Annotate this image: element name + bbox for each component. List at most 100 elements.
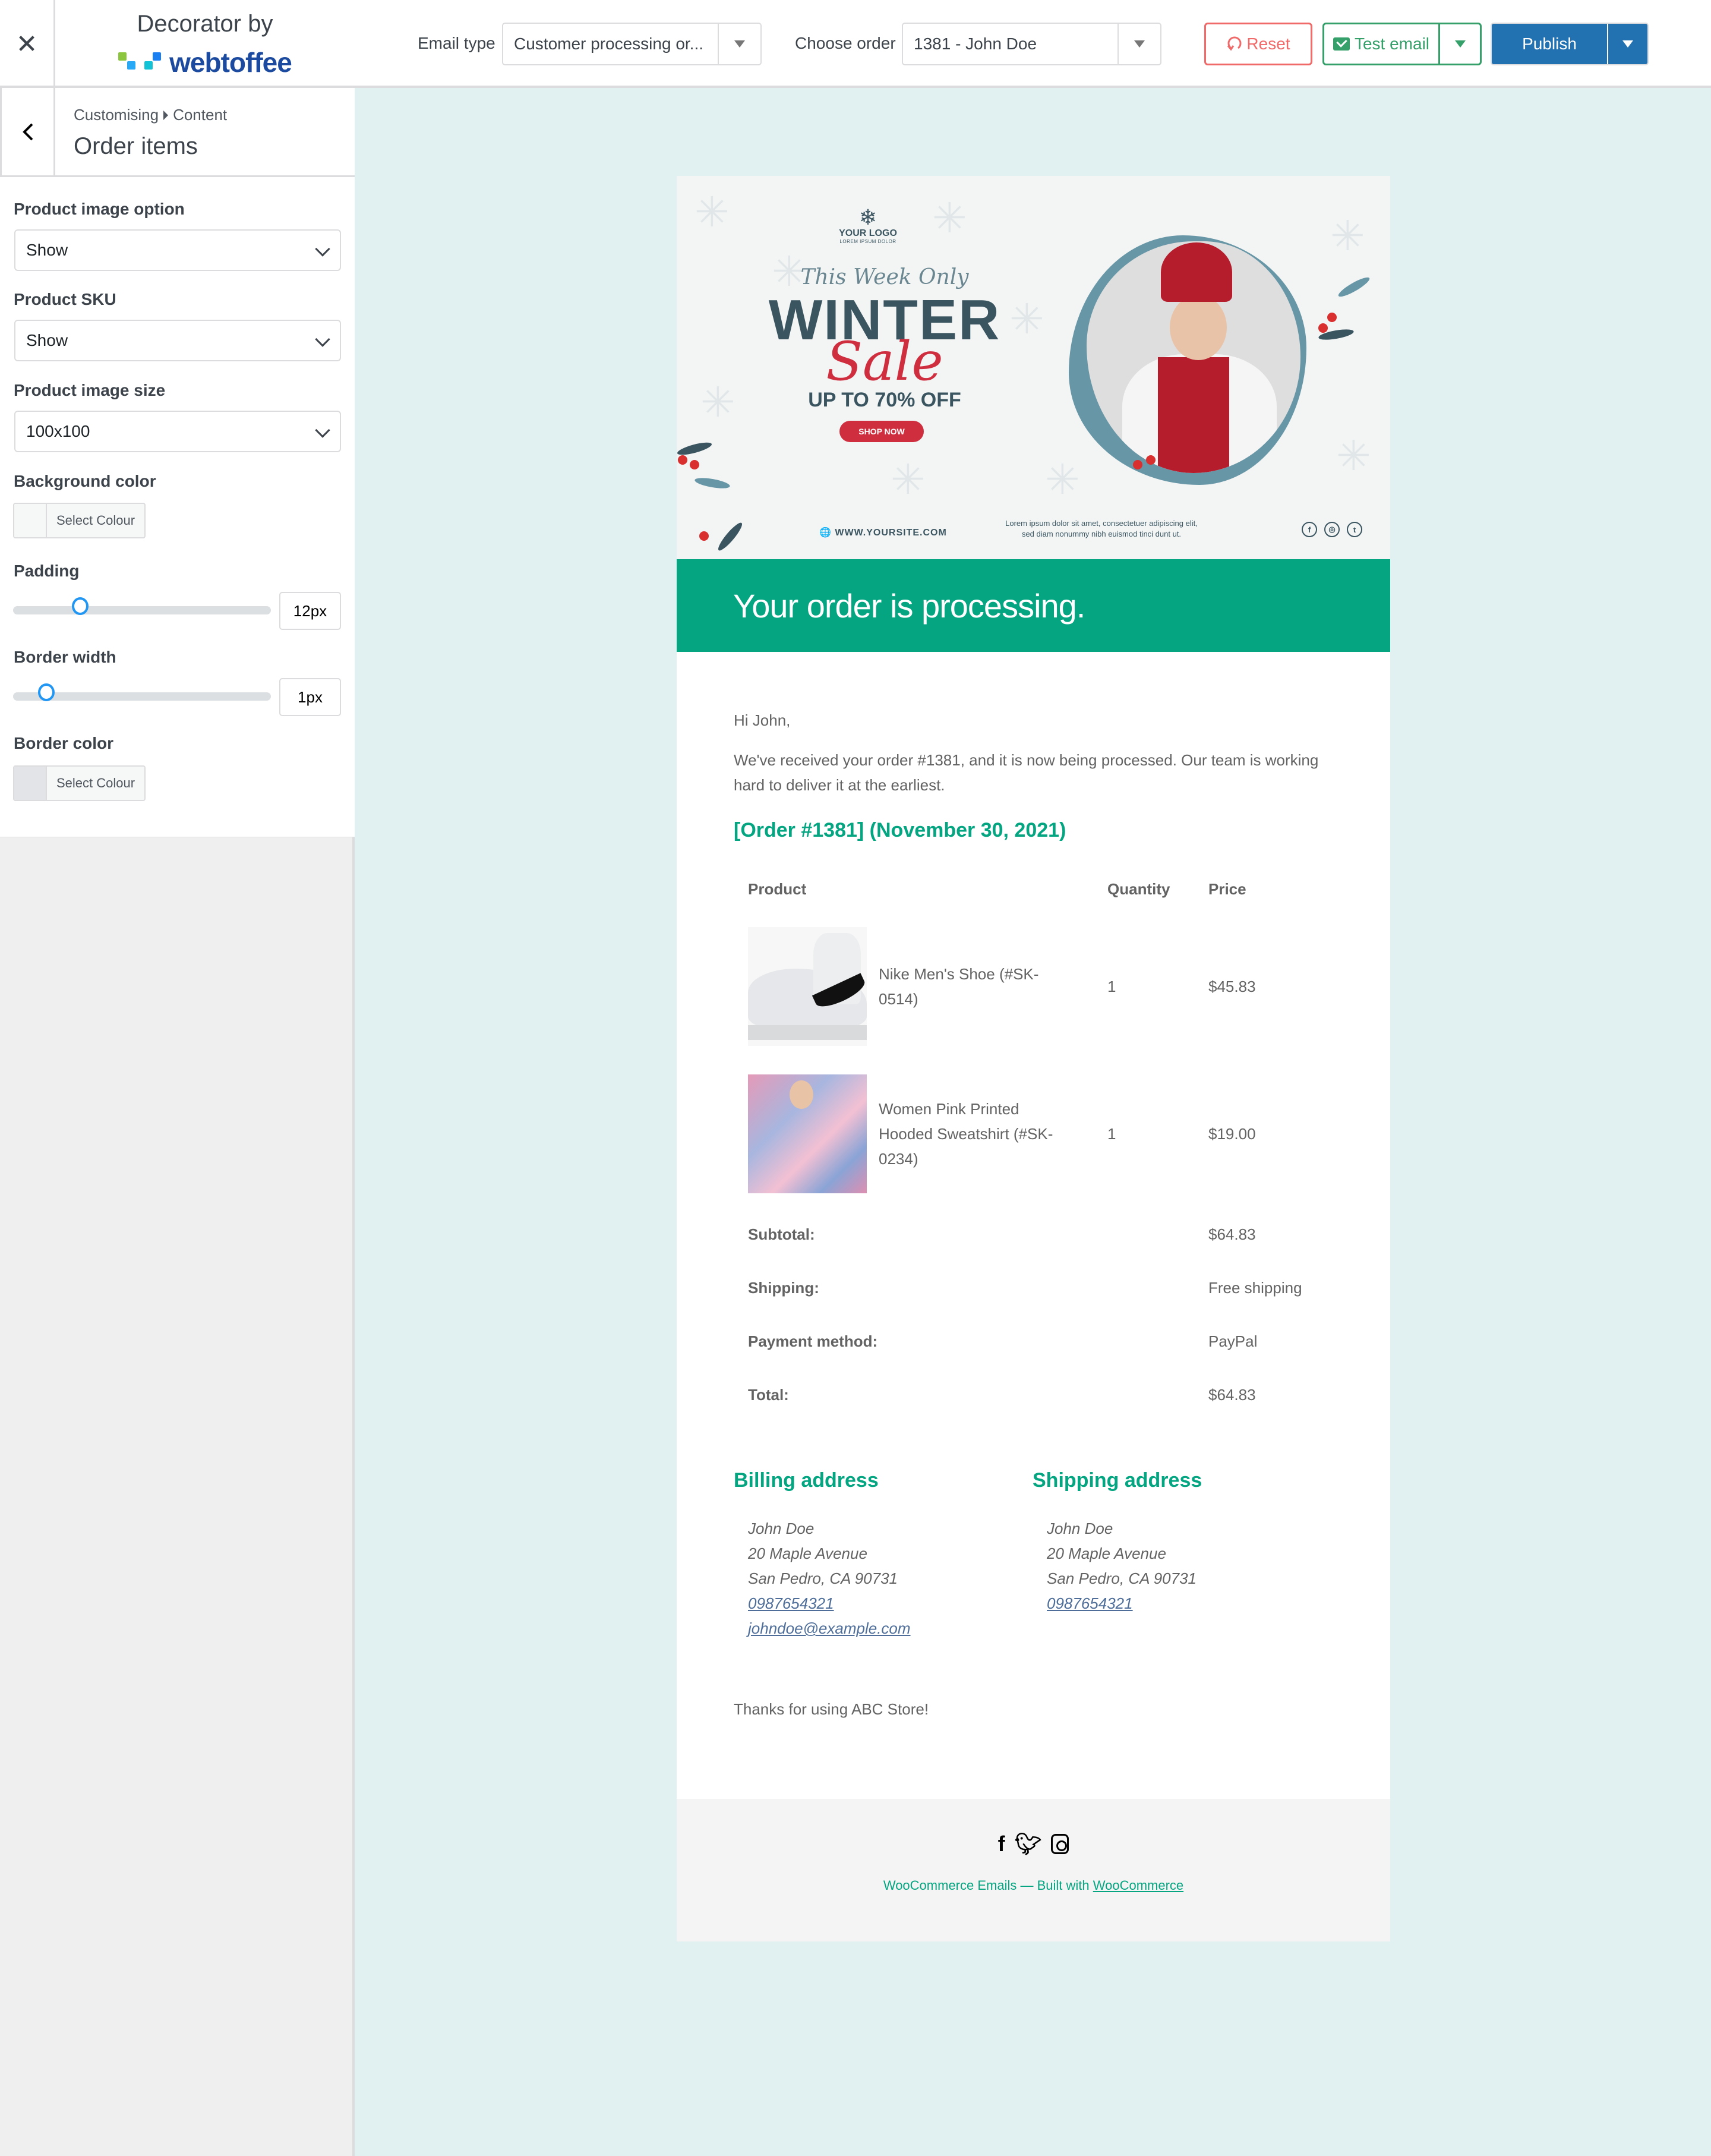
close-icon: ✕: [15, 29, 38, 59]
billing-street: 20 Maple Avenue: [748, 1544, 867, 1562]
berry-icon: [699, 531, 709, 541]
banner-logo-subtitle: LOREM IPSUM DOLOR: [839, 239, 896, 244]
table-row: Nike Men's Shoe (#SK-0514) 1 $45.83: [734, 913, 1333, 1060]
instagram-icon[interactable]: ◎: [1324, 522, 1340, 537]
padding-value-input[interactable]: 12px: [279, 592, 341, 630]
background-color-swatch: [14, 504, 47, 537]
padding-slider[interactable]: [13, 597, 271, 615]
table-row: Women Pink Printed Hooded Sweatshirt (#S…: [734, 1060, 1333, 1208]
webtoffee-logo: webtoffee: [55, 46, 355, 78]
product-image-option-label: Product image option: [14, 200, 185, 218]
footer-text: WooCommerce Emails — Built with: [883, 1878, 1093, 1893]
undo-icon: [1227, 36, 1242, 51]
dropdown-arrow-icon: [718, 24, 760, 64]
intro-text: We've received your order #1381, and it …: [734, 751, 1319, 794]
border-width-label: Border width: [14, 648, 116, 666]
product-image-option-value: Show: [26, 241, 68, 259]
col-price: Price: [1208, 880, 1246, 898]
product-image-shoe: [748, 927, 867, 1046]
billing-name: John Doe: [748, 1520, 815, 1537]
test-email-dropdown[interactable]: [1438, 24, 1480, 64]
addresses: Billing address John Doe 20 Maple Avenue…: [734, 1469, 1333, 1641]
order-items-table: Product Quantity Price Nike Men's Shoe (…: [734, 866, 1333, 1421]
greeting: Hi John,: [734, 711, 791, 729]
shipping-value: Free shipping: [1208, 1279, 1302, 1297]
border-color-picker[interactable]: Select Colour: [13, 765, 146, 801]
footer-social-icons: f 🐦︎: [677, 1799, 1390, 1856]
total-label: Total:: [748, 1386, 789, 1404]
shipping-phone-link[interactable]: 0987654321: [1047, 1591, 1331, 1616]
select-colour-label: Select Colour: [56, 776, 135, 790]
shop-now-button[interactable]: SHOP NOW: [839, 421, 924, 442]
product-image-size-value: 100x100: [26, 422, 90, 440]
billing-email-link[interactable]: johndoe@example.com: [748, 1616, 1033, 1641]
shipping-name: John Doe: [1047, 1520, 1113, 1537]
background-color-picker[interactable]: Select Colour: [13, 503, 146, 538]
email-type-select[interactable]: Customer processing or...: [502, 23, 762, 65]
payment-method-value: PayPal: [1208, 1332, 1258, 1350]
facebook-icon[interactable]: f: [998, 1832, 1005, 1856]
banner-website: 🌐 WWW.YOURSITE.COM: [819, 528, 947, 538]
border-width-value-input[interactable]: 1px: [279, 678, 341, 716]
email-type-value: Customer processing or...: [514, 34, 704, 53]
brand-title: Decorator by: [137, 11, 273, 37]
section-header: Customising Content Order items: [0, 88, 355, 177]
border-color-swatch: [14, 767, 47, 800]
billing-city: San Pedro, CA 90731: [748, 1569, 898, 1587]
product-image-option-select[interactable]: Show: [14, 229, 341, 271]
choose-order-label: Choose order: [795, 34, 896, 52]
table-header-row: Product Quantity Price: [734, 866, 1333, 913]
controls-panel: Product image option Show Product SKU Sh…: [0, 177, 355, 837]
padding-slider-thumb[interactable]: [71, 597, 89, 615]
product-name: Women Pink Printed Hooded Sweatshirt (#S…: [879, 1100, 1053, 1168]
product-sku-select[interactable]: Show: [14, 320, 341, 361]
breadcrumb-parent: Customising: [74, 106, 159, 124]
leaf-icon: [1336, 274, 1372, 300]
woocommerce-link[interactable]: WooCommerce: [1093, 1878, 1183, 1893]
choose-order-value: 1381 - John Doe: [914, 34, 1037, 53]
product-price: $19.00: [1208, 1125, 1256, 1143]
breadcrumb-child: Content: [173, 106, 228, 124]
reset-label: Reset: [1246, 34, 1290, 53]
back-button[interactable]: [0, 88, 55, 175]
instagram-icon[interactable]: [1051, 1834, 1069, 1854]
subtotal-value: $64.83: [1208, 1225, 1256, 1243]
totals-row: Payment method: PayPal: [734, 1315, 1333, 1368]
choose-order-select[interactable]: 1381 - John Doe: [902, 23, 1161, 65]
select-colour-label: Select Colour: [56, 513, 135, 528]
col-quantity: Quantity: [1107, 880, 1170, 898]
shipping-address-title: Shipping address: [1033, 1469, 1202, 1492]
product-sku-value: Show: [26, 331, 68, 349]
email-check-icon: [1333, 37, 1350, 51]
test-email-button[interactable]: Test email: [1324, 24, 1438, 64]
col-product: Product: [748, 880, 807, 898]
dropdown-arrow-icon: [1622, 40, 1633, 48]
snowflake-icon: ✳: [932, 195, 967, 241]
berry-icon: [678, 455, 687, 465]
billing-phone-link[interactable]: 0987654321: [748, 1591, 1033, 1616]
publish-button[interactable]: Publish: [1492, 24, 1607, 64]
twitter-icon[interactable]: 🐦︎: [1015, 1832, 1042, 1856]
order-title: [Order #1381] (November 30, 2021): [734, 819, 1066, 841]
publish-dropdown[interactable]: [1607, 24, 1647, 64]
breadcrumb: Customising Content: [74, 106, 227, 124]
winter-sale-banner: ✳ ✳ ✳ ✳ ✳ ✳ ✳ ✳ ✳ ❄ YOUR LOGO LOREM IPSU…: [677, 176, 1390, 559]
reset-button[interactable]: Reset: [1204, 23, 1312, 65]
snowflake-icon: ✳: [1330, 213, 1365, 259]
facebook-icon[interactable]: f: [1302, 522, 1317, 537]
border-width-slider-thumb[interactable]: [38, 683, 55, 701]
product-sku-label: Product SKU: [14, 290, 116, 308]
product-image-size-label: Product image size: [14, 381, 166, 399]
border-width-slider[interactable]: [13, 683, 271, 701]
snowflake-icon: ✳: [1336, 433, 1371, 479]
twitter-icon[interactable]: t: [1347, 522, 1362, 537]
berry-icon: [1146, 455, 1156, 465]
close-button[interactable]: ✕: [0, 0, 55, 88]
publish-button-group: Publish: [1491, 23, 1649, 65]
email-body: Hi John, We've received your order #1381…: [677, 652, 1390, 1799]
banner-logo: ❄ YOUR LOGO LOREM IPSUM DOLOR: [838, 207, 898, 245]
top-toolbar: Email type Customer processing or... Cho…: [355, 0, 1711, 88]
email-type-label: Email type: [418, 34, 495, 52]
billing-address-title: Billing address: [734, 1469, 879, 1492]
product-image-size-select[interactable]: 100x100: [14, 411, 341, 452]
